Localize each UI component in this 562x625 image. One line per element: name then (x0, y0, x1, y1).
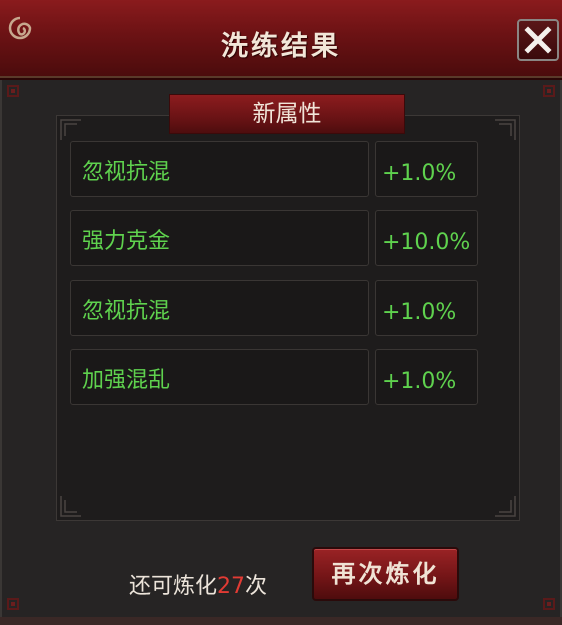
stat-name: 强力克金 (82, 229, 171, 254)
stat-value: +10.0% (382, 230, 471, 255)
corner-ornament-icon (7, 85, 19, 97)
stat-row: 忽视抗混 +1.0% (70, 141, 478, 197)
corner-ornament-icon (7, 598, 19, 610)
stat-name: 加强混乱 (82, 368, 171, 393)
stat-name-cell: 加强混乱 (70, 349, 369, 405)
stat-name: 忽视抗混 (82, 160, 171, 185)
bottom-border (0, 617, 562, 625)
remaining-count: 27 (217, 574, 246, 599)
stat-row: 忽视抗混 +1.0% (70, 280, 478, 336)
refine-again-button[interactable]: 再次炼化 (312, 547, 459, 601)
panel-corner-ornament-icon (495, 119, 516, 140)
stat-name-cell: 忽视抗混 (70, 141, 369, 197)
stat-name-cell: 强力克金 (70, 210, 369, 266)
stat-value-cell: +1.0% (375, 349, 478, 405)
stat-value-cell: +1.0% (375, 141, 478, 197)
stat-row: 强力克金 +10.0% (70, 210, 478, 266)
refine-result-window: 洗练结果 新属性 忽视抗混 +1.0% 强力克金 +10.0% 忽视抗混 +1.… (0, 0, 562, 625)
stat-value-cell: +1.0% (375, 280, 478, 336)
panel-corner-ornament-icon (60, 496, 81, 517)
stat-value: +1.0% (382, 161, 457, 186)
stat-name-cell: 忽视抗混 (70, 280, 369, 336)
stat-name: 忽视抗混 (82, 299, 171, 324)
stat-value-cell: +10.0% (375, 210, 478, 266)
stat-value: +1.0% (382, 369, 457, 394)
new-attributes-header: 新属性 (169, 94, 405, 134)
remaining-suffix: 次 (245, 574, 268, 599)
title-bar: 洗练结果 (0, 0, 562, 80)
window-title: 洗练结果 (221, 31, 341, 62)
remaining-prefix: 还可炼化 (129, 574, 218, 599)
stat-row: 加强混乱 +1.0% (70, 349, 478, 405)
corner-ornament-icon (543, 85, 555, 97)
corner-ornament-icon (543, 598, 555, 610)
close-button[interactable] (517, 19, 559, 61)
close-x-icon (524, 26, 552, 54)
stat-value: +1.0% (382, 300, 457, 325)
panel-corner-ornament-icon (495, 496, 516, 517)
remaining-refines-text: 还可炼化27次 (129, 568, 267, 600)
